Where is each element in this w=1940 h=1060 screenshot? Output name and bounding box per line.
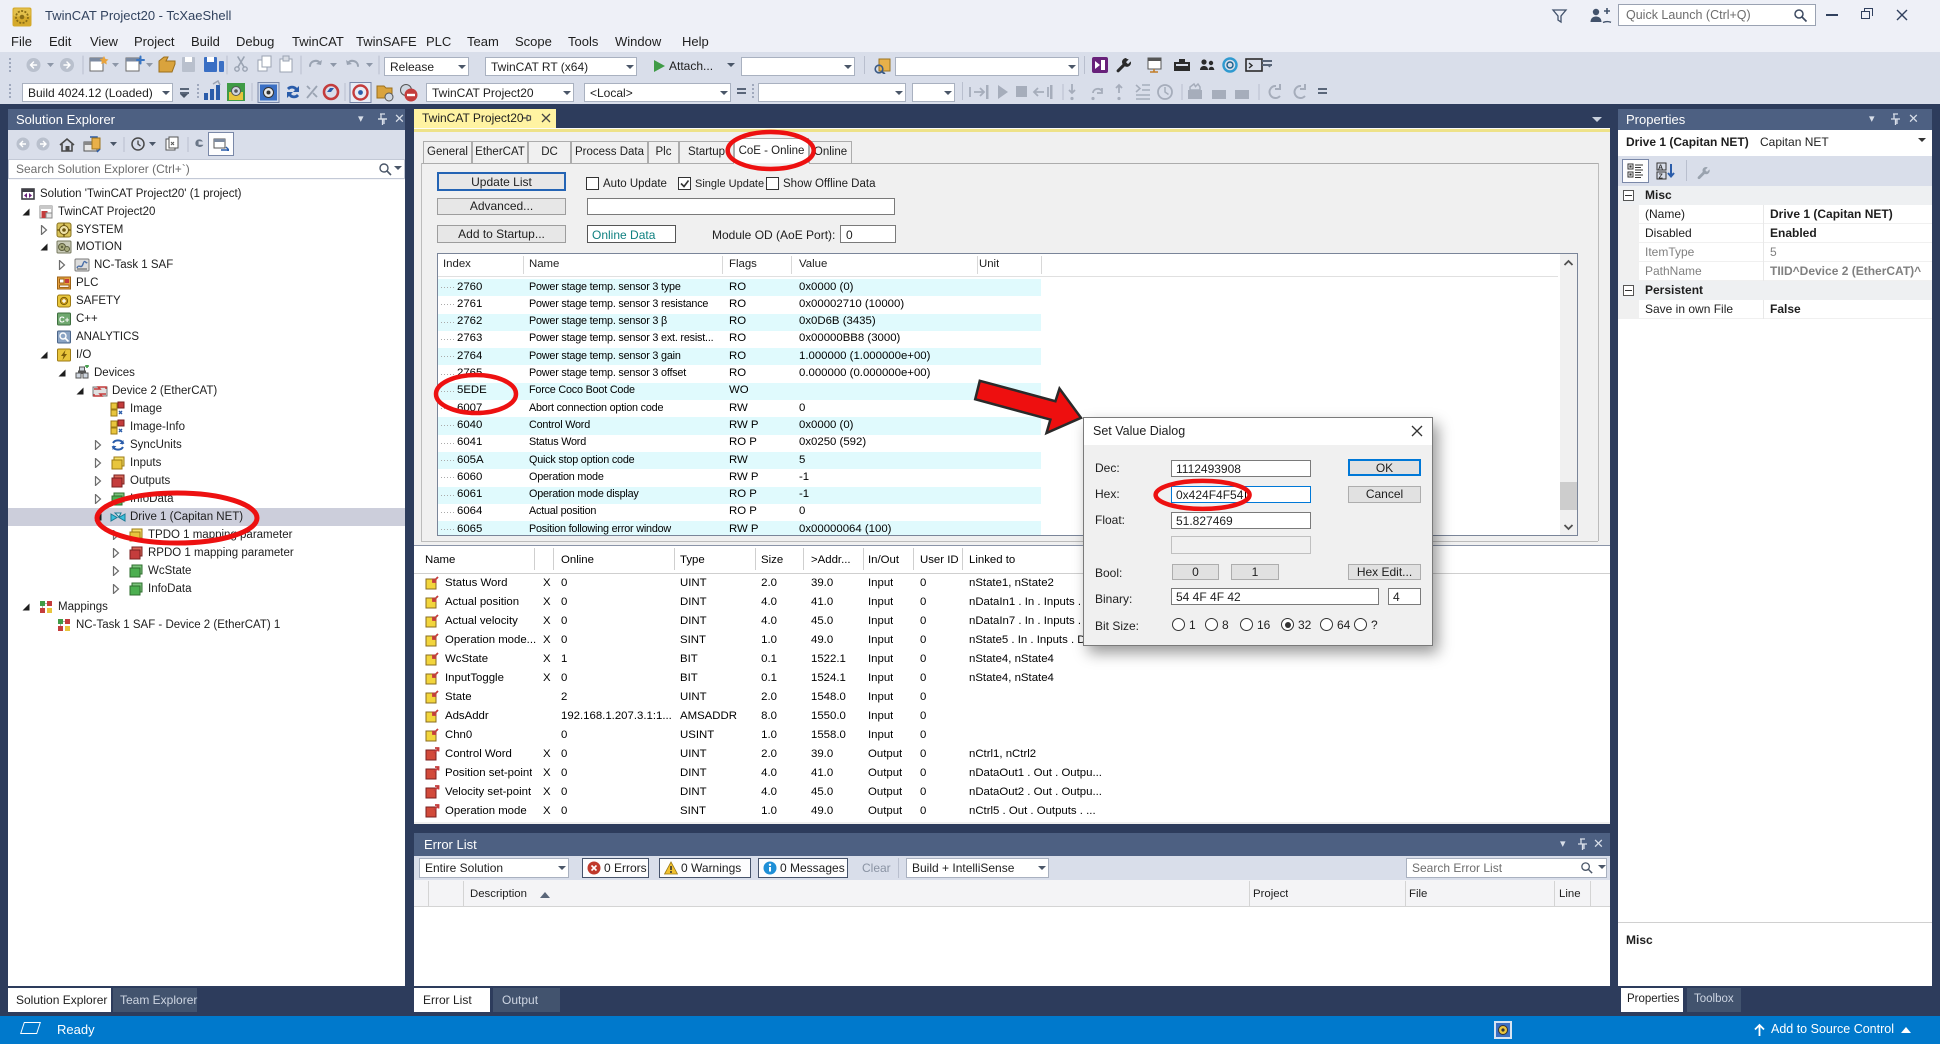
svg-text:C+: C+ — [59, 316, 70, 325]
svg-text:A: A — [1658, 165, 1663, 172]
svg-text:Z: Z — [1659, 174, 1664, 181]
